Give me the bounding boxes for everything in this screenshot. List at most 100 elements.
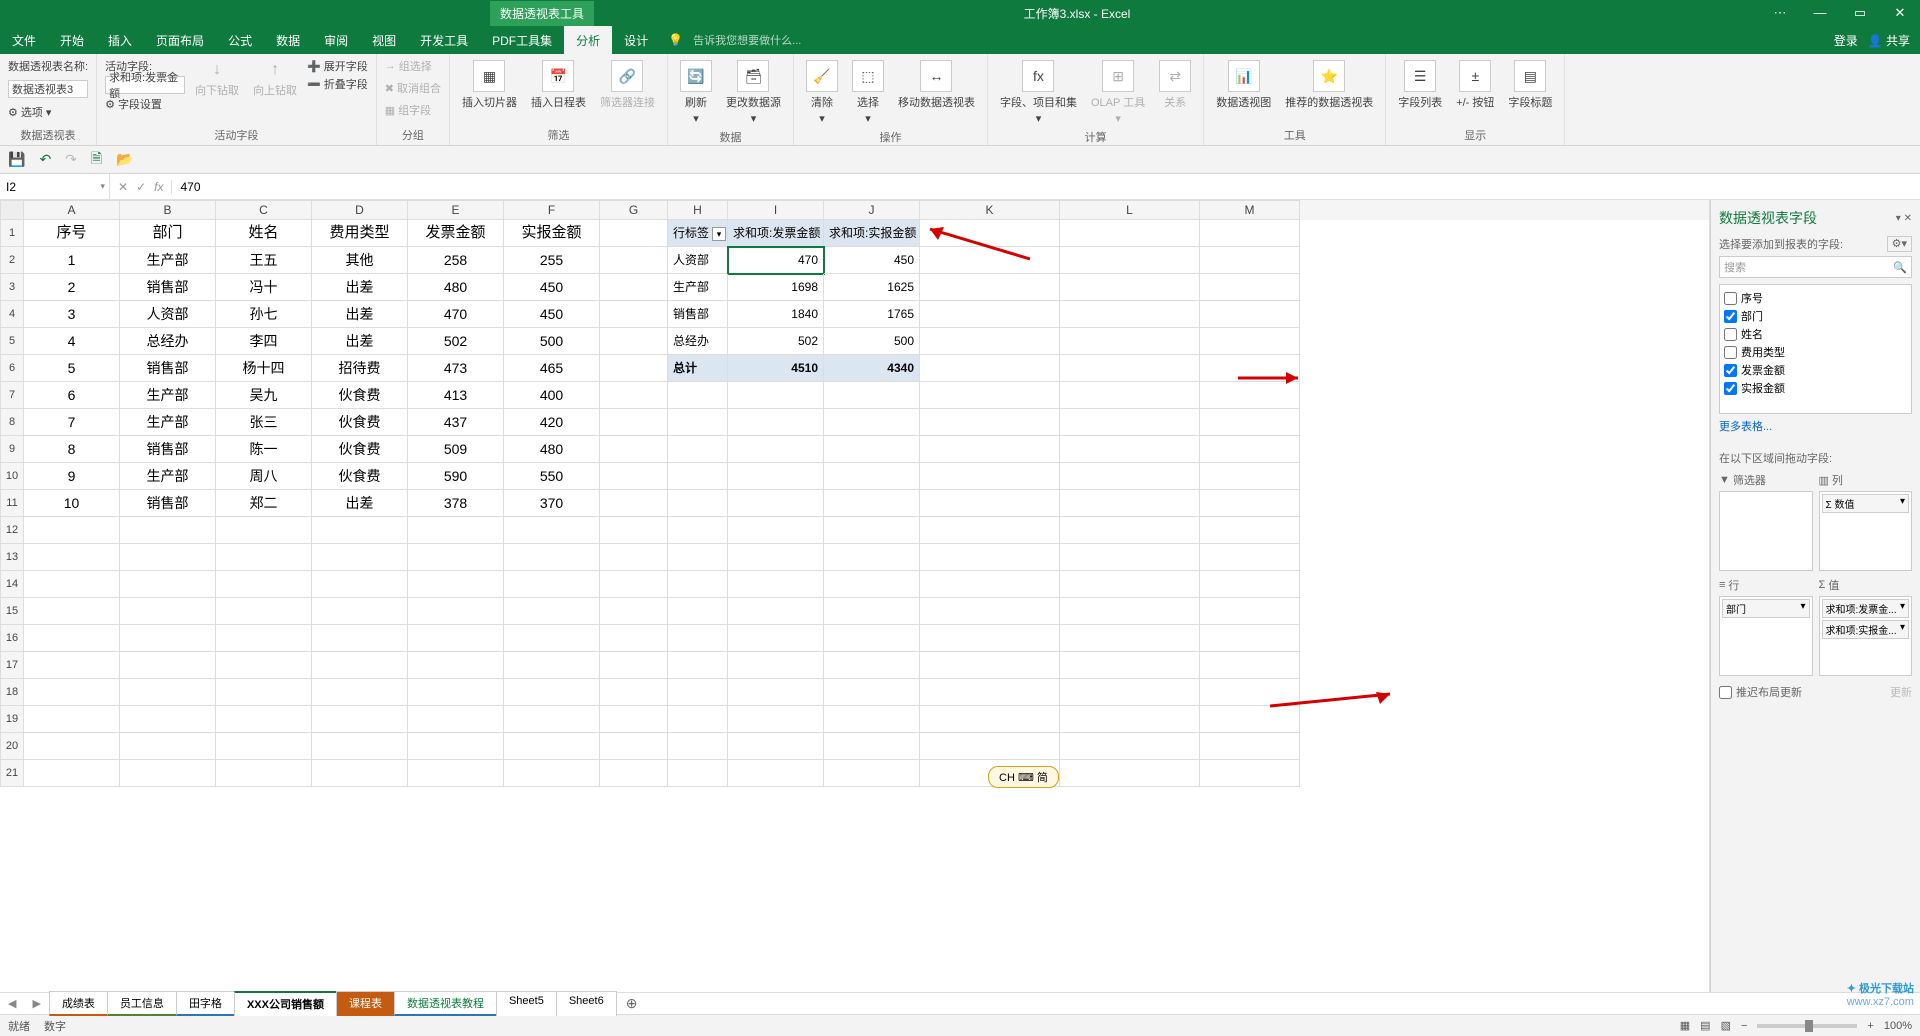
cell[interactable] <box>920 517 1060 544</box>
cell[interactable] <box>1060 247 1200 274</box>
cell[interactable] <box>728 760 824 787</box>
cell[interactable] <box>408 733 504 760</box>
cell[interactable]: 其他 <box>312 247 408 274</box>
cell[interactable]: 4510 <box>728 355 824 382</box>
sheet-tab[interactable]: 数据透视表教程 <box>394 991 497 1016</box>
cell[interactable]: 1 <box>24 247 120 274</box>
cell[interactable] <box>216 625 312 652</box>
cell[interactable] <box>920 274 1060 301</box>
cell[interactable] <box>1200 355 1300 382</box>
cell[interactable]: 1765 <box>824 301 920 328</box>
cell[interactable]: 378 <box>408 490 504 517</box>
sheet-tab[interactable]: 课程表 <box>336 991 395 1016</box>
cell[interactable]: 王五 <box>216 247 312 274</box>
cell[interactable] <box>408 517 504 544</box>
tab-review[interactable]: 审阅 <box>312 26 360 55</box>
cell[interactable] <box>1060 355 1200 382</box>
cell[interactable] <box>1060 301 1200 328</box>
cell[interactable] <box>668 544 728 571</box>
cell[interactable] <box>24 706 120 733</box>
cell[interactable] <box>1060 679 1200 706</box>
cell[interactable]: 求和项:实报金额 <box>824 220 920 247</box>
more-tables-link[interactable]: 更多表格... <box>1719 414 1912 438</box>
cell[interactable] <box>24 517 120 544</box>
cell[interactable] <box>668 409 728 436</box>
cell[interactable] <box>216 733 312 760</box>
cell[interactable]: 生产部 <box>120 382 216 409</box>
cell[interactable]: 出差 <box>312 301 408 328</box>
cell[interactable] <box>408 598 504 625</box>
move-pt-button[interactable]: ↔移动数据透视表 <box>894 58 979 112</box>
open-icon[interactable]: 📂 <box>116 151 133 168</box>
cell[interactable]: 4 <box>24 328 120 355</box>
view-normal-icon[interactable]: ▦ <box>1680 1019 1690 1032</box>
select-all-corner[interactable] <box>0 200 24 220</box>
cell[interactable] <box>600 382 668 409</box>
cell[interactable] <box>312 544 408 571</box>
save-icon[interactable]: 💾 <box>8 151 25 168</box>
cell[interactable] <box>668 652 728 679</box>
tab-home[interactable]: 开始 <box>48 26 96 55</box>
row-header[interactable]: 10 <box>0 463 24 490</box>
cell[interactable] <box>1200 760 1300 787</box>
cell[interactable]: 实报金额 <box>504 220 600 247</box>
cell[interactable] <box>216 544 312 571</box>
cell[interactable] <box>1060 571 1200 598</box>
row-header[interactable]: 9 <box>0 436 24 463</box>
share-button[interactable]: 👤 共享 <box>1868 32 1910 49</box>
cell[interactable]: 255 <box>504 247 600 274</box>
row-header[interactable]: 12 <box>0 517 24 544</box>
cell[interactable]: 序号 <box>24 220 120 247</box>
formula-input[interactable]: 470 <box>172 180 1920 194</box>
cell[interactable] <box>1060 760 1200 787</box>
cell[interactable] <box>920 652 1060 679</box>
cell[interactable] <box>824 625 920 652</box>
cell[interactable] <box>728 625 824 652</box>
cell[interactable] <box>920 247 1060 274</box>
cell[interactable] <box>216 760 312 787</box>
cell[interactable] <box>824 679 920 706</box>
cell[interactable]: 周八 <box>216 463 312 490</box>
cell[interactable] <box>920 733 1060 760</box>
row-header[interactable]: 14 <box>0 571 24 598</box>
col-header[interactable]: J <box>824 200 920 220</box>
view-pagebreak-icon[interactable]: ▧ <box>1721 1019 1731 1032</box>
sheet-nav-prev-icon[interactable]: ◀ <box>0 997 24 1010</box>
cell[interactable] <box>1200 544 1300 571</box>
cell[interactable] <box>120 733 216 760</box>
cell[interactable] <box>668 463 728 490</box>
cancel-formula-icon[interactable]: ✕ <box>118 180 128 194</box>
row-header[interactable]: 7 <box>0 382 24 409</box>
cell[interactable] <box>728 436 824 463</box>
cell[interactable] <box>600 706 668 733</box>
cell[interactable] <box>1200 733 1300 760</box>
cell[interactable]: 杨十四 <box>216 355 312 382</box>
cell[interactable] <box>600 544 668 571</box>
cell[interactable] <box>312 679 408 706</box>
row-header[interactable]: 4 <box>0 301 24 328</box>
change-datasource-button[interactable]: 🗃更改数据源▾ <box>722 58 785 127</box>
pm-buttons-button[interactable]: ±+/- 按钮 <box>1452 58 1498 112</box>
cell[interactable]: 370 <box>504 490 600 517</box>
row-header[interactable]: 16 <box>0 625 24 652</box>
cell[interactable] <box>668 733 728 760</box>
cell[interactable] <box>728 733 824 760</box>
cell[interactable] <box>216 706 312 733</box>
cell[interactable] <box>408 760 504 787</box>
row-header[interactable]: 18 <box>0 679 24 706</box>
cell[interactable]: 人资部 <box>120 301 216 328</box>
tab-view[interactable]: 视图 <box>360 26 408 55</box>
cell[interactable]: 人资部 <box>668 247 728 274</box>
cell[interactable]: 部门 <box>120 220 216 247</box>
field-checkbox-item[interactable]: 姓名 <box>1724 325 1907 343</box>
name-box[interactable]: I2 <box>0 174 110 199</box>
filter-area[interactable] <box>1719 491 1813 571</box>
cell[interactable] <box>120 571 216 598</box>
cell[interactable] <box>312 652 408 679</box>
cell[interactable]: 销售部 <box>120 436 216 463</box>
cell[interactable]: 吴九 <box>216 382 312 409</box>
cell[interactable] <box>920 625 1060 652</box>
cell[interactable] <box>668 517 728 544</box>
cell[interactable] <box>1200 517 1300 544</box>
cell[interactable] <box>920 409 1060 436</box>
